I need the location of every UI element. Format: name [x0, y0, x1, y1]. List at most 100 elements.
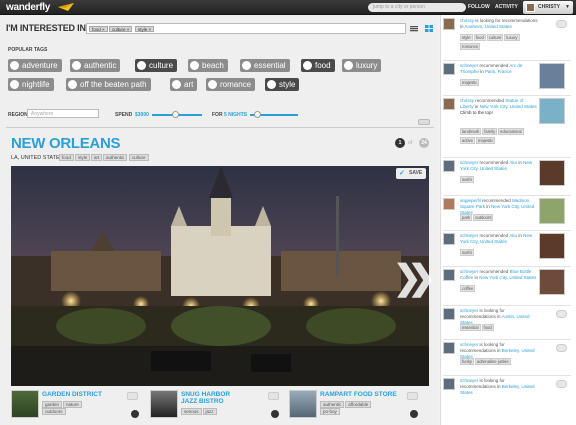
avatar[interactable] [443, 308, 455, 320]
feed-target[interactable]: Ako [509, 233, 517, 238]
feed-user[interactable]: schneyer [460, 63, 478, 68]
feed-tag[interactable]: majestic [460, 79, 480, 86]
feed-item[interactable]: schneyer recommended Arc de Triomphe in … [443, 63, 571, 96]
interest-chip-culture[interactable]: culture × [109, 26, 133, 32]
interest-chip-food[interactable]: food × [89, 26, 108, 32]
avatar[interactable] [443, 233, 455, 245]
feed-tag[interactable]: essential [460, 324, 481, 331]
avatar[interactable] [443, 18, 455, 30]
place-name[interactable]: SNUG HARBOR JAZZ BISTRO [181, 391, 241, 405]
place-card[interactable]: GARDEN DISTRICT garden nature outdoors [11, 390, 139, 422]
tag-style[interactable]: style [265, 78, 300, 91]
tag-off-the-beaten-path[interactable]: off the beaten path [66, 78, 151, 91]
avatar[interactable] [443, 63, 455, 75]
place-card[interactable]: RAMPART FOOD STORE authentic affordable po… [289, 390, 424, 422]
feed-item[interactable]: chrissy is looking for recommendations i… [443, 18, 571, 61]
star-icon[interactable] [410, 410, 418, 418]
avatar[interactable] [443, 378, 455, 390]
feed-tag[interactable]: landmark [460, 128, 482, 135]
feed-tag[interactable]: active [460, 137, 475, 144]
feed-tag[interactable]: family [482, 128, 498, 135]
feed-item[interactable]: angieperfil recommended Madison Square P… [443, 198, 571, 231]
tag-romance[interactable]: romance [206, 78, 256, 91]
feed-tag[interactable]: food [481, 324, 494, 331]
feed-tag[interactable]: outdoors [473, 214, 494, 221]
tag-nightlife[interactable]: nightlife [8, 78, 54, 91]
avatar[interactable] [443, 198, 455, 210]
feed-tag[interactable]: park [460, 214, 473, 221]
tag-essential[interactable]: essential [240, 59, 290, 72]
feed-item[interactable]: schneyer recommended Ako in New York Cit… [443, 160, 571, 196]
nav-activity[interactable]: ACTIVITY [495, 4, 518, 10]
destination-tag[interactable]: culture [129, 154, 149, 161]
feed-tag[interactable]: educational [498, 128, 524, 135]
interests-input[interactable]: food × culture × style × [86, 23, 406, 34]
feed-tag[interactable]: majestic [475, 137, 496, 144]
tag-authentic[interactable]: authentic [70, 59, 121, 72]
nav-follow[interactable]: FOLLOW [468, 4, 490, 10]
tag-art[interactable]: art [170, 78, 198, 91]
user-menu[interactable]: CHRISTY ▼ [523, 1, 573, 14]
tag-culture[interactable]: culture [135, 59, 178, 72]
comment-bubble-icon[interactable] [556, 380, 567, 388]
filter-toggle-button[interactable] [418, 119, 430, 125]
tag-beach[interactable]: beach [188, 59, 228, 72]
destination-tag[interactable]: authentic [103, 154, 128, 161]
feed-tag[interactable]: adrenaline junkie [475, 358, 511, 365]
feed-user[interactable]: schneyer [460, 378, 478, 383]
avatar[interactable] [443, 342, 455, 354]
feed-thumbnail[interactable] [539, 63, 565, 89]
feed-item[interactable]: schneyer recommended Ako in New York Cit… [443, 233, 571, 267]
tag-adventure[interactable]: adventure [8, 59, 62, 72]
region-input[interactable]: Anywhere [27, 109, 99, 118]
place-save-button[interactable] [268, 392, 279, 400]
comment-bubble-icon[interactable] [556, 344, 567, 352]
feed-target[interactable]: Ako [509, 160, 517, 165]
tag-luxury[interactable]: luxury [342, 59, 382, 72]
save-button[interactable]: ✓ SAVE [396, 168, 426, 179]
feed-target[interactable]: Anaheim, United States [465, 24, 512, 29]
avatar[interactable] [443, 269, 455, 281]
feed-item[interactable]: schneyer recommended Blue Bottle Coffee … [443, 269, 571, 306]
place-save-button[interactable] [127, 392, 138, 400]
feed-item[interactable]: schneyer is looking for recommendations … [443, 342, 571, 376]
page-current[interactable]: 1 [395, 138, 405, 148]
destination-tag[interactable]: style [75, 154, 91, 161]
feed-user[interactable]: schneyer [460, 342, 478, 347]
feed-thumbnail[interactable] [539, 160, 565, 186]
list-view-icon[interactable] [410, 25, 418, 32]
feed-item[interactable]: schneyer is looking for recommendations … [443, 308, 571, 340]
feed-user[interactable]: schneyer [460, 308, 478, 313]
feed-tag[interactable]: sushi [460, 249, 474, 256]
place-name[interactable]: GARDEN DISTRICT [42, 391, 102, 398]
feed-user[interactable]: schneyer [460, 269, 478, 274]
place-name[interactable]: RAMPART FOOD STORE [320, 391, 397, 398]
feed-place[interactable]: Paris, France [485, 69, 512, 74]
page-total[interactable]: 24 [419, 138, 429, 148]
next-destination-arrow-icon[interactable]: ❯❯ [393, 258, 436, 298]
comment-bubble-icon[interactable] [556, 20, 567, 28]
avatar[interactable] [443, 160, 455, 172]
destination-tag[interactable]: food [59, 154, 74, 161]
grid-view-icon[interactable] [425, 25, 433, 32]
destination-title[interactable]: NEW ORLEANS [11, 135, 121, 152]
feed-tag[interactable]: sushi [460, 176, 474, 183]
comment-bubble-icon[interactable] [556, 310, 567, 318]
feed-user[interactable]: chrissy [460, 18, 474, 23]
destination-tag[interactable]: art [91, 154, 103, 161]
logo[interactable]: wanderfly [6, 2, 50, 13]
feed-user[interactable]: schneyer [460, 233, 478, 238]
feed-tag[interactable]: coffee [460, 285, 476, 292]
feed-thumbnail[interactable] [539, 98, 565, 124]
feed-thumbnail[interactable] [539, 233, 565, 259]
feed-user[interactable]: schneyer [460, 160, 478, 165]
feed-tag[interactable]: romance [460, 43, 481, 50]
avatar[interactable] [443, 98, 455, 110]
tag-food[interactable]: food [301, 59, 335, 72]
feed-user[interactable]: chrissy [460, 98, 474, 103]
city-search-input[interactable]: jump to a city or person [368, 3, 466, 12]
feed-place[interactable]: New York City, United States [479, 275, 536, 280]
feed-place[interactable]: New York City, United States [480, 104, 537, 109]
feed-item[interactable]: schneyer is looking for recommendations … [443, 378, 571, 408]
feed-tag[interactable]: style [460, 34, 473, 41]
